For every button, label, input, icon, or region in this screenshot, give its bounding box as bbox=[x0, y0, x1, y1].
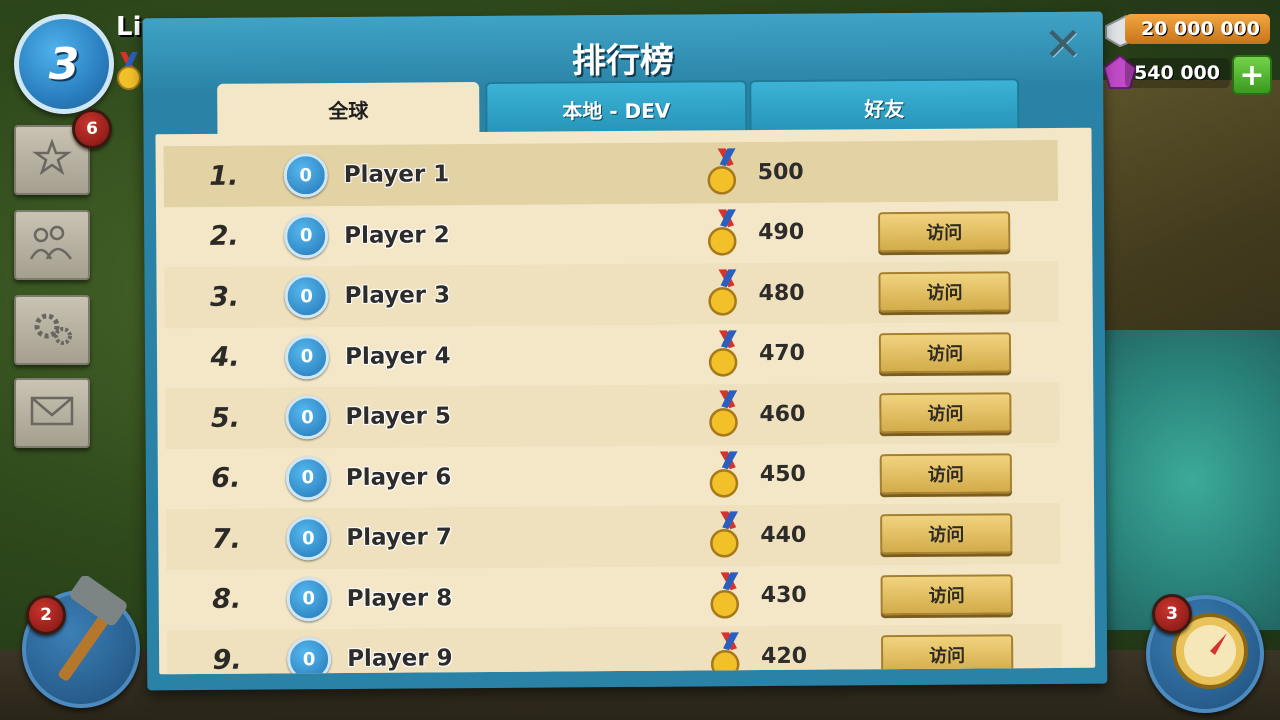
player-level-badge: 0 bbox=[284, 334, 330, 380]
medal-icon bbox=[117, 52, 141, 90]
rank-number: 8. bbox=[212, 583, 242, 616]
rank-number: 7. bbox=[211, 523, 241, 555]
tab-local-dev[interactable]: 本地 - DEV bbox=[485, 80, 748, 136]
medal-score: 420 bbox=[761, 643, 808, 669]
medal-score: 430 bbox=[760, 582, 807, 609]
leaderboard-modal: 排行榜 ✕ 全球 本地 - DEV 好友 1. 0 Player 1 500 2. 0 Pl… bbox=[142, 11, 1108, 691]
player-name: Player 5 bbox=[345, 403, 452, 431]
rank-number: 5. bbox=[210, 402, 241, 434]
leaderboard-row[interactable]: 8. 0 Player 8 430 访问 bbox=[167, 563, 1061, 630]
modal-title: 排行榜 bbox=[571, 40, 675, 82]
visit-button[interactable]: 访问 bbox=[878, 211, 1011, 252]
player-name: Player 8 bbox=[346, 584, 453, 612]
map-count-badge: 3 bbox=[1152, 594, 1192, 634]
sidebar-community-button[interactable] bbox=[14, 210, 90, 280]
visit-button[interactable]: 访问 bbox=[878, 332, 1012, 373]
medal-score: 470 bbox=[758, 340, 806, 367]
leaderboard-row[interactable]: 1. 0 Player 1 500 bbox=[163, 139, 1058, 207]
tab-friends[interactable]: 好友 bbox=[749, 78, 1020, 135]
player-level-badge: 0 bbox=[285, 455, 331, 501]
player-name: Li bbox=[116, 12, 142, 42]
rank-number: 6. bbox=[211, 462, 241, 495]
visit-button[interactable]: 访问 bbox=[880, 574, 1013, 615]
visit-button[interactable]: 访问 bbox=[879, 453, 1013, 494]
stone-amount: 20 000 000 bbox=[1125, 14, 1270, 44]
player-level-number: 3 bbox=[48, 38, 80, 90]
medal-icon bbox=[704, 208, 744, 257]
player-name: Player 2 bbox=[344, 221, 450, 249]
medal-score: 460 bbox=[759, 401, 806, 427]
visit-button[interactable]: 访问 bbox=[880, 513, 1013, 555]
leaderboard-row[interactable]: 9. 0 Player 9 420 访问 bbox=[166, 623, 1062, 675]
leaderboard-row[interactable]: 3. 0 Player 3 480 访问 bbox=[164, 260, 1059, 328]
gem-amount: 540 000 bbox=[1125, 58, 1230, 88]
sidebar-count-badge: 6 bbox=[72, 109, 112, 149]
player-level-badge: 0 bbox=[284, 274, 329, 319]
rank-number: 1. bbox=[209, 160, 239, 192]
player-level-badge: 0 bbox=[286, 576, 331, 622]
medal-icon bbox=[705, 390, 745, 438]
medal-score: 480 bbox=[758, 280, 805, 306]
medal-icon bbox=[707, 571, 747, 620]
leaderboard-row[interactable]: 2. 0 Player 2 490 访问 bbox=[164, 200, 1058, 267]
rank-number: 4. bbox=[210, 341, 240, 374]
player-level-badge: 0 bbox=[284, 213, 329, 259]
leaderboard-row[interactable]: 7. 0 Player 7 440 访问 bbox=[166, 502, 1061, 570]
player-level-badge[interactable]: 3 bbox=[14, 14, 114, 114]
medal-score: 490 bbox=[758, 219, 805, 246]
hammer-icon bbox=[58, 576, 127, 681]
player-level-badge: 0 bbox=[285, 395, 330, 440]
player-name: Player 6 bbox=[345, 463, 452, 491]
sidebar-settings-button[interactable] bbox=[14, 295, 90, 365]
background-cliff bbox=[1080, 80, 1280, 340]
medal-score: 500 bbox=[757, 159, 804, 185]
leaderboard-list: 1. 0 Player 1 500 2. 0 Player 2 490 访问 3. 0 Player … bbox=[163, 139, 1062, 675]
people-icon bbox=[27, 223, 77, 267]
visit-button[interactable]: 访问 bbox=[880, 634, 1014, 675]
player-level-badge: 0 bbox=[286, 516, 331, 561]
medal-score: 440 bbox=[760, 522, 807, 548]
medal-icon bbox=[706, 511, 746, 559]
rank-number: 9. bbox=[212, 644, 242, 675]
close-button[interactable]: ✕ bbox=[1041, 17, 1085, 71]
leaderboard-panel[interactable]: 1. 0 Player 1 500 2. 0 Player 2 490 访问 3. 0 Player … bbox=[155, 127, 1096, 675]
leaderboard-row[interactable]: 6. 0 Player 6 450 访问 bbox=[166, 442, 1060, 509]
rank-number: 2. bbox=[209, 220, 239, 253]
player-level-badge: 0 bbox=[283, 153, 328, 198]
player-level-badge: 0 bbox=[286, 637, 332, 675]
medal-icon bbox=[707, 632, 747, 675]
leaderboard-row[interactable]: 4. 0 Player 4 470 访问 bbox=[165, 321, 1059, 388]
gear-icon bbox=[27, 308, 77, 352]
add-gems-button[interactable]: + bbox=[1232, 55, 1272, 95]
player-name: Player 9 bbox=[347, 645, 453, 673]
mail-icon bbox=[27, 391, 77, 435]
medal-icon bbox=[704, 269, 744, 317]
build-count-badge: 2 bbox=[26, 595, 66, 635]
sidebar-mail-button[interactable] bbox=[14, 378, 90, 448]
player-name: Player 1 bbox=[343, 161, 450, 189]
medal-icon bbox=[704, 148, 744, 196]
tab-global[interactable]: 全球 bbox=[217, 82, 480, 136]
medal-icon bbox=[705, 329, 745, 378]
leaderboard-row[interactable]: 5. 0 Player 5 460 访问 bbox=[165, 381, 1060, 449]
medal-score: 450 bbox=[759, 461, 806, 488]
player-name: Player 3 bbox=[344, 282, 451, 310]
stars-icon bbox=[27, 138, 77, 182]
player-name: Player 4 bbox=[344, 342, 451, 370]
visit-button[interactable]: 访问 bbox=[879, 392, 1012, 434]
medal-icon bbox=[706, 450, 746, 499]
visit-button[interactable]: 访问 bbox=[878, 271, 1011, 313]
rank-number: 3. bbox=[209, 281, 240, 313]
player-name: Player 7 bbox=[346, 524, 452, 552]
